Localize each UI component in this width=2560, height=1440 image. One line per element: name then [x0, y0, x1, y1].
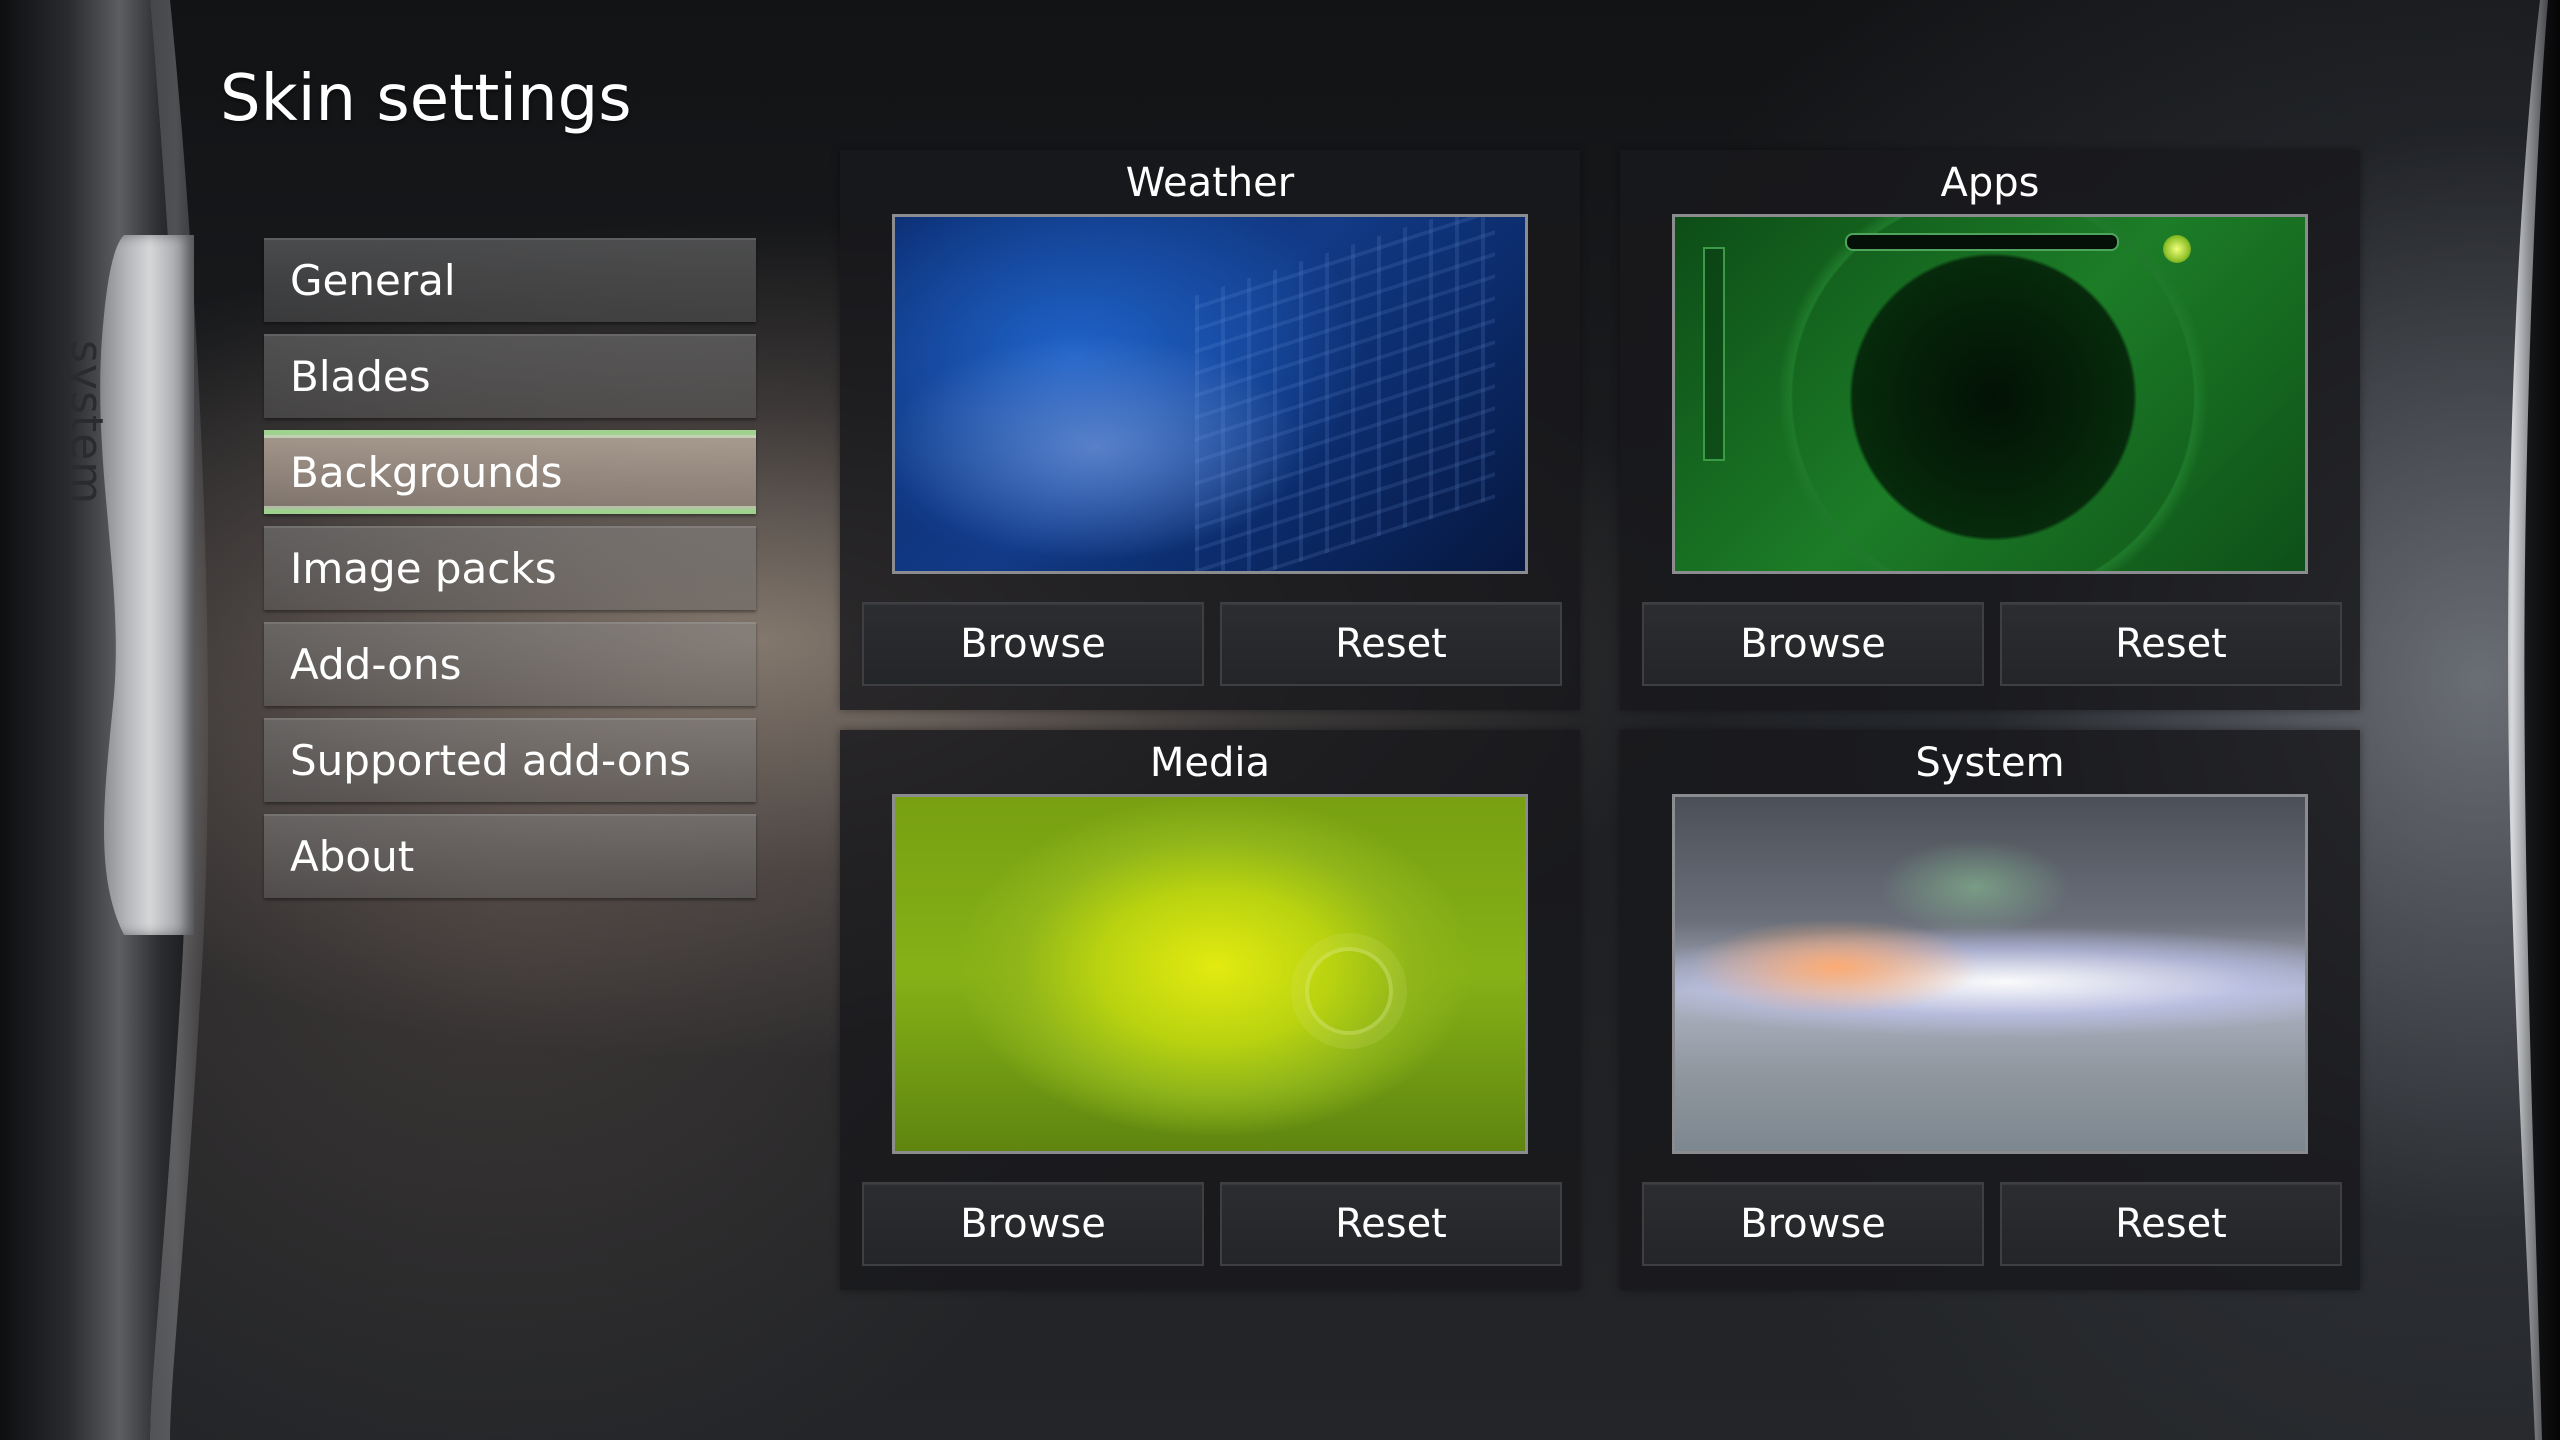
panel-title: Apps	[1940, 160, 2040, 206]
media-panel: Media Browse Reset	[840, 730, 1580, 1290]
apps-background-preview	[1672, 214, 2308, 574]
weather-panel: Weather Browse Reset	[840, 150, 1580, 710]
settings-menu: General Blades Backgrounds Image packs A…	[264, 238, 756, 910]
weather-reset-button[interactable]: Reset	[1220, 602, 1562, 686]
weather-browse-button[interactable]: Browse	[862, 602, 1204, 686]
menu-item-general[interactable]: General	[264, 238, 756, 322]
building-graphic	[1195, 217, 1495, 571]
bubble-graphic	[1305, 947, 1393, 1035]
media-browse-button[interactable]: Browse	[862, 1182, 1204, 1266]
panel-title: Weather	[1125, 160, 1295, 206]
menu-item-image-packs[interactable]: Image packs	[264, 526, 756, 610]
system-reset-button[interactable]: Reset	[2000, 1182, 2342, 1266]
apps-reset-button[interactable]: Reset	[2000, 602, 2342, 686]
hud-rail-graphic	[1703, 247, 1725, 461]
menu-item-blades[interactable]: Blades	[264, 334, 756, 418]
panel-title: Media	[1149, 740, 1271, 786]
weather-background-preview	[892, 214, 1528, 574]
hud-orb-graphic	[2163, 235, 2191, 263]
apps-panel: Apps Browse Reset	[1620, 150, 2360, 710]
menu-item-about[interactable]: About	[264, 814, 756, 898]
menu-item-supported-add-ons[interactable]: Supported add-ons	[264, 718, 756, 802]
page-title: Skin settings	[220, 62, 632, 136]
menu-item-backgrounds[interactable]: Backgrounds	[264, 430, 756, 514]
panel-title: System	[1915, 740, 2065, 786]
hud-bar-graphic	[1845, 233, 2119, 251]
media-reset-button[interactable]: Reset	[1220, 1182, 1562, 1266]
system-browse-button[interactable]: Browse	[1642, 1182, 1984, 1266]
system-tab-label: system	[61, 340, 112, 506]
apps-browse-button[interactable]: Browse	[1642, 602, 1984, 686]
system-panel: System Browse Reset	[1620, 730, 2360, 1290]
system-background-preview	[1672, 794, 2308, 1154]
menu-item-add-ons[interactable]: Add-ons	[264, 622, 756, 706]
media-background-preview	[892, 794, 1528, 1154]
